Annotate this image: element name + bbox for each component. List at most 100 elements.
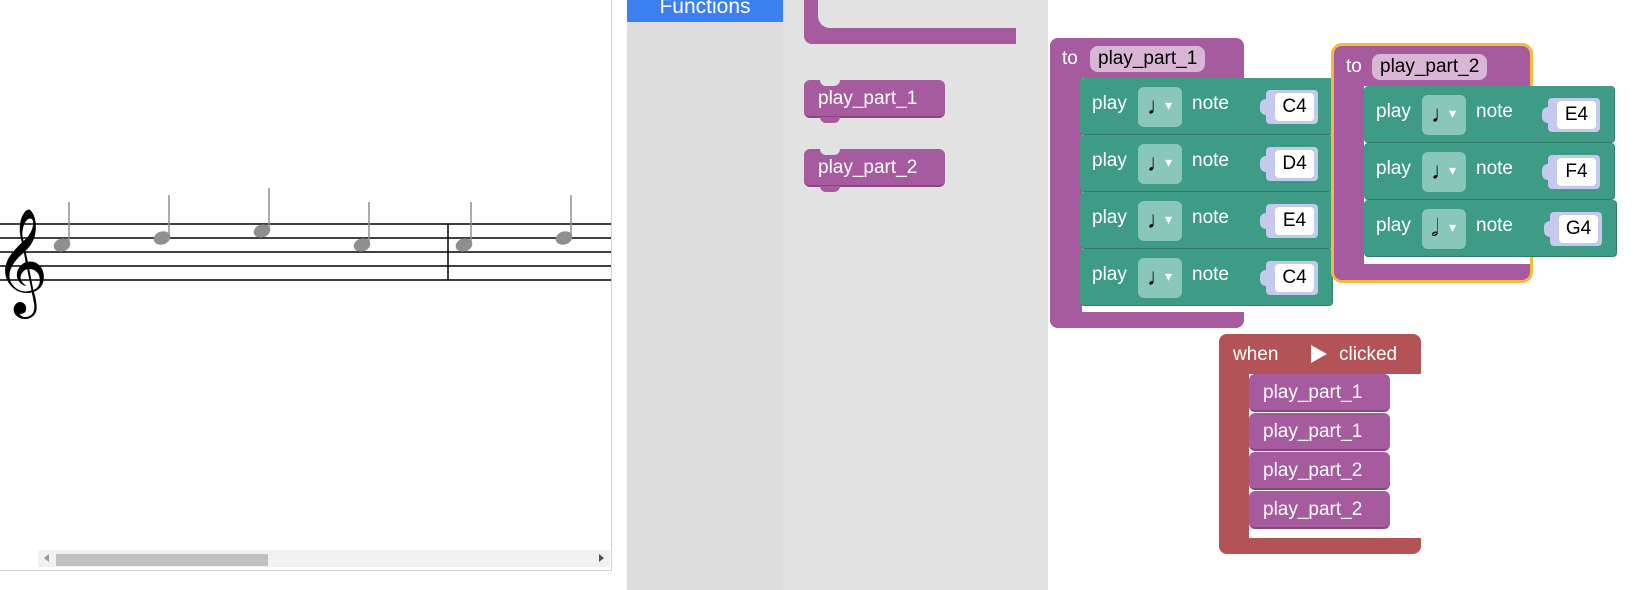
scrollbar-thumb[interactable] — [56, 554, 268, 566]
note-value[interactable]: E4 — [1557, 101, 1596, 129]
clicked-label: clicked — [1339, 344, 1398, 365]
toolbox: Functions — [627, 0, 783, 590]
note-4 — [353, 202, 371, 252]
note-6 — [555, 195, 573, 245]
call-label: play_part_1 — [1263, 382, 1363, 403]
dropdown-arrow-icon: ▾ — [1449, 219, 1457, 235]
note-input-slot[interactable]: E4 — [1260, 204, 1318, 238]
note-input-slot[interactable]: F4 — [1542, 155, 1600, 189]
input-plug — [1260, 213, 1268, 229]
note-label: note — [1476, 101, 1513, 122]
play-note-row[interactable]: play ♩ ▾ note D4 — [1080, 135, 1333, 192]
block-notch — [820, 80, 840, 86]
horizontal-scrollbar[interactable] — [38, 550, 610, 567]
input-plug — [1544, 221, 1552, 237]
note-label: note — [1476, 215, 1513, 236]
note-value[interactable]: C4 — [1275, 264, 1314, 292]
duration-dropdown[interactable]: ♩ ▾ — [1422, 95, 1466, 135]
dropdown-arrow-icon: ▾ — [1165, 97, 1173, 113]
note-value[interactable]: C4 — [1275, 93, 1314, 121]
note-input-slot[interactable]: E4 — [1542, 98, 1600, 132]
call-play-part-1[interactable]: play_part_1 — [1249, 413, 1390, 451]
duration-dropdown[interactable]: ♩ ▾ — [1138, 258, 1182, 298]
dropdown-arrow-icon: ▾ — [1165, 154, 1173, 170]
play-note-row[interactable]: play ♩ ▾ note F4 — [1364, 143, 1615, 200]
category-functions[interactable]: Functions — [627, 0, 783, 22]
call-label: play_part_2 — [818, 157, 918, 178]
note-label: note — [1476, 158, 1513, 179]
input-plug — [1260, 156, 1268, 172]
flyout: play_part_1 play_part_2 — [783, 0, 1048, 590]
block-notch — [820, 149, 840, 155]
staff-lines — [0, 223, 611, 281]
call-play-part-1[interactable]: play_part_1 — [1249, 374, 1390, 412]
play-note-row[interactable]: play ♩ ▾ note C4 — [1080, 78, 1333, 135]
play-note-row[interactable]: play 𝅗𝅥 ▾ note G4 — [1364, 200, 1617, 257]
note-input-slot[interactable]: D4 — [1260, 147, 1318, 181]
call-label: play_part_1 — [818, 88, 918, 109]
input-plug — [1542, 107, 1550, 123]
duration-dropdown[interactable]: ♩ ▾ — [1138, 87, 1182, 127]
note-value[interactable]: D4 — [1275, 150, 1314, 178]
proc-name-field[interactable]: play_part_1 — [1090, 46, 1206, 72]
input-plug — [1260, 99, 1268, 115]
note-value[interactable]: G4 — [1559, 215, 1598, 243]
duration-dropdown[interactable]: ♩ ▾ — [1138, 144, 1182, 184]
play-label: play — [1376, 158, 1411, 179]
play-note-row[interactable]: play ♩ ▾ note C4 — [1080, 249, 1333, 306]
play-triangle-icon — [1311, 345, 1327, 363]
note-3 — [253, 188, 271, 238]
treble-clef-icon: 𝄞 — [0, 207, 48, 319]
call-label: play_part_2 — [1263, 499, 1363, 520]
call-label: play_part_2 — [1263, 460, 1363, 481]
flyout-call-play-part-2[interactable]: play_part_2 — [804, 149, 945, 192]
proc-name-field[interactable]: play_part_2 — [1372, 54, 1488, 80]
call-label: play_part_1 — [1263, 421, 1363, 442]
duration-dropdown[interactable]: ♩ ▾ — [1422, 152, 1466, 192]
proc-keyword: to — [1346, 56, 1362, 77]
note-label: note — [1192, 207, 1229, 228]
note-input-slot[interactable]: G4 — [1544, 212, 1602, 246]
notes — [53, 188, 573, 252]
play-note-row[interactable]: play ♩ ▾ note E4 — [1364, 86, 1615, 143]
note-value[interactable]: F4 — [1557, 158, 1596, 186]
music-staff: 𝄞 — [0, 188, 611, 319]
note-2 — [153, 195, 171, 245]
scroll-left-icon[interactable] — [44, 554, 49, 562]
when-label: when — [1233, 344, 1279, 365]
workspace[interactable]: to play_part_1 play ♩ ▾ note C4 play ♩ ▾ n… — [1048, 0, 1644, 589]
play-note-row[interactable]: play ♩ ▾ note E4 — [1080, 192, 1333, 249]
block-tab — [820, 117, 840, 123]
play-label: play — [1376, 215, 1411, 236]
dropdown-arrow-icon: ▾ — [1165, 268, 1173, 284]
duration-dropdown[interactable]: 𝅗𝅥 ▾ — [1422, 209, 1466, 249]
play-label: play — [1092, 207, 1127, 228]
block-tab — [820, 186, 840, 192]
note-5 — [455, 202, 473, 252]
play-label: play — [1092, 93, 1127, 114]
dropdown-arrow-icon: ▾ — [1165, 211, 1173, 227]
call-play-part-2[interactable]: play_part_2 — [1249, 491, 1390, 529]
proc-keyword: to — [1062, 48, 1078, 69]
note-label: note — [1192, 264, 1229, 285]
play-label: play — [1376, 101, 1411, 122]
input-plug — [1260, 270, 1268, 286]
call-play-part-2[interactable]: play_part_2 — [1249, 452, 1390, 490]
flyout-definition-block-partial[interactable] — [804, 0, 1016, 44]
duration-dropdown[interactable]: ♩ ▾ — [1138, 201, 1182, 241]
note-label: note — [1192, 93, 1229, 114]
dropdown-arrow-icon: ▾ — [1449, 162, 1457, 178]
note-label: note — [1192, 150, 1229, 171]
input-plug — [1542, 164, 1550, 180]
play-label: play — [1092, 264, 1127, 285]
note-input-slot[interactable]: C4 — [1260, 90, 1318, 124]
note-value[interactable]: E4 — [1275, 207, 1314, 235]
note-1 — [53, 202, 71, 252]
note-input-slot[interactable]: C4 — [1260, 261, 1318, 295]
music-staff-panel: 𝄞 — [0, 0, 612, 571]
play-label: play — [1092, 150, 1127, 171]
dropdown-arrow-icon: ▾ — [1449, 105, 1457, 121]
flyout-call-play-part-1[interactable]: play_part_1 — [804, 80, 945, 123]
scroll-right-icon[interactable] — [599, 554, 604, 562]
half-note-icon: 𝅗𝅥 — [1431, 215, 1439, 242]
